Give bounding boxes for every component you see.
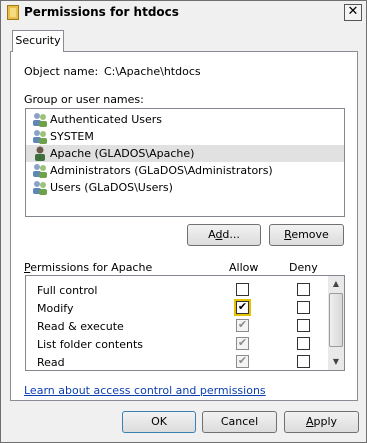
list-item[interactable]: Administrators (GLaDOS\Administrators) — [26, 162, 344, 179]
permission-name: Read & execute — [37, 320, 124, 333]
list-item-label: Administrators (GLaDOS\Administrators) — [50, 164, 273, 177]
permission-row: Modify ✔ — [26, 299, 329, 317]
window-title: Permissions for htdocs — [24, 5, 179, 19]
access-control-link[interactable]: Learn about access control and permissio… — [24, 384, 266, 397]
permissions-scrollbar[interactable]: ▲ ▼ — [328, 276, 344, 370]
permissions-for-label: Permissions for Apache — [24, 261, 152, 274]
allow-header: Allow — [229, 261, 259, 274]
scroll-thumb[interactable] — [329, 293, 343, 347]
list-item[interactable]: Authenticated Users — [26, 111, 344, 128]
list-item-label: Users (GLaDOS\Users) — [50, 181, 173, 194]
permission-name: Modify — [37, 302, 74, 315]
list-item[interactable]: SYSTEM — [26, 128, 344, 145]
user-icon — [35, 146, 45, 161]
users-group-icon — [33, 130, 47, 144]
permissions-dialog: Permissions for htdocs ✕ Security Object… — [0, 0, 367, 443]
permission-row: List folder contents ✔ — [26, 335, 329, 353]
ok-button[interactable]: OK — [122, 411, 196, 433]
allow-checkbox[interactable]: ✔ — [236, 355, 249, 368]
permission-name: Read — [37, 356, 65, 369]
permission-name: Full control — [37, 284, 98, 297]
deny-checkbox[interactable] — [297, 319, 310, 332]
users-group-icon — [33, 113, 47, 127]
allow-checkbox[interactable] — [236, 283, 249, 296]
list-item[interactable]: Users (GLaDOS\Users) — [26, 179, 344, 196]
list-item-label: Apache (GLADOS\Apache) — [50, 147, 195, 160]
remove-label-post: emove — [291, 228, 329, 241]
apply-button[interactable]: Apply — [284, 411, 359, 433]
permissions-label-rest: ermissions for Apache — [30, 261, 153, 274]
tab-security[interactable]: Security — [12, 30, 64, 52]
permission-row: Read ✔ — [26, 353, 329, 371]
object-name-label: Object name: — [24, 65, 99, 78]
close-button[interactable]: ✕ — [344, 4, 362, 21]
scroll-up-icon[interactable]: ▲ — [328, 276, 344, 292]
object-name-value: C:\Apache\htdocs — [104, 65, 201, 78]
group-names-label: Group or user names: — [24, 93, 144, 106]
deny-header: Deny — [289, 261, 318, 274]
deny-checkbox[interactable] — [297, 355, 310, 368]
users-group-icon — [33, 164, 47, 178]
deny-checkbox[interactable] — [297, 283, 310, 296]
permission-name: List folder contents — [37, 338, 143, 351]
cancel-button[interactable]: Cancel — [202, 411, 277, 433]
apply-label-accel: A — [305, 415, 314, 428]
list-item[interactable]: Apache (GLADOS\Apache) — [26, 145, 344, 162]
deny-checkbox[interactable] — [297, 301, 310, 314]
list-item-label: Authenticated Users — [50, 113, 163, 126]
allow-checkbox[interactable]: ✔ — [236, 319, 249, 332]
allow-checkbox[interactable]: ✔ — [236, 301, 249, 314]
add-label-post: d... — [222, 228, 240, 241]
title-bar: Permissions for htdocs ✕ — [1, 1, 366, 24]
add-button[interactable]: Add... — [187, 224, 261, 246]
remove-button[interactable]: Remove — [269, 224, 344, 246]
group-user-list[interactable]: Authenticated Users SYSTEM Apache (GLADO… — [25, 108, 345, 217]
users-group-icon — [33, 181, 47, 195]
list-item-label: SYSTEM — [50, 130, 94, 143]
apply-label-post: pply — [313, 415, 338, 428]
permission-row: Read & execute ✔ — [26, 317, 329, 335]
allow-checkbox[interactable]: ✔ — [236, 337, 249, 350]
permission-row: Full control — [26, 281, 329, 299]
deny-checkbox[interactable] — [297, 337, 310, 350]
scroll-down-icon[interactable]: ▼ — [328, 354, 344, 370]
permissions-list: Full control Modify ✔ Read & execute ✔ L… — [25, 275, 345, 371]
folder-icon — [7, 5, 19, 20]
